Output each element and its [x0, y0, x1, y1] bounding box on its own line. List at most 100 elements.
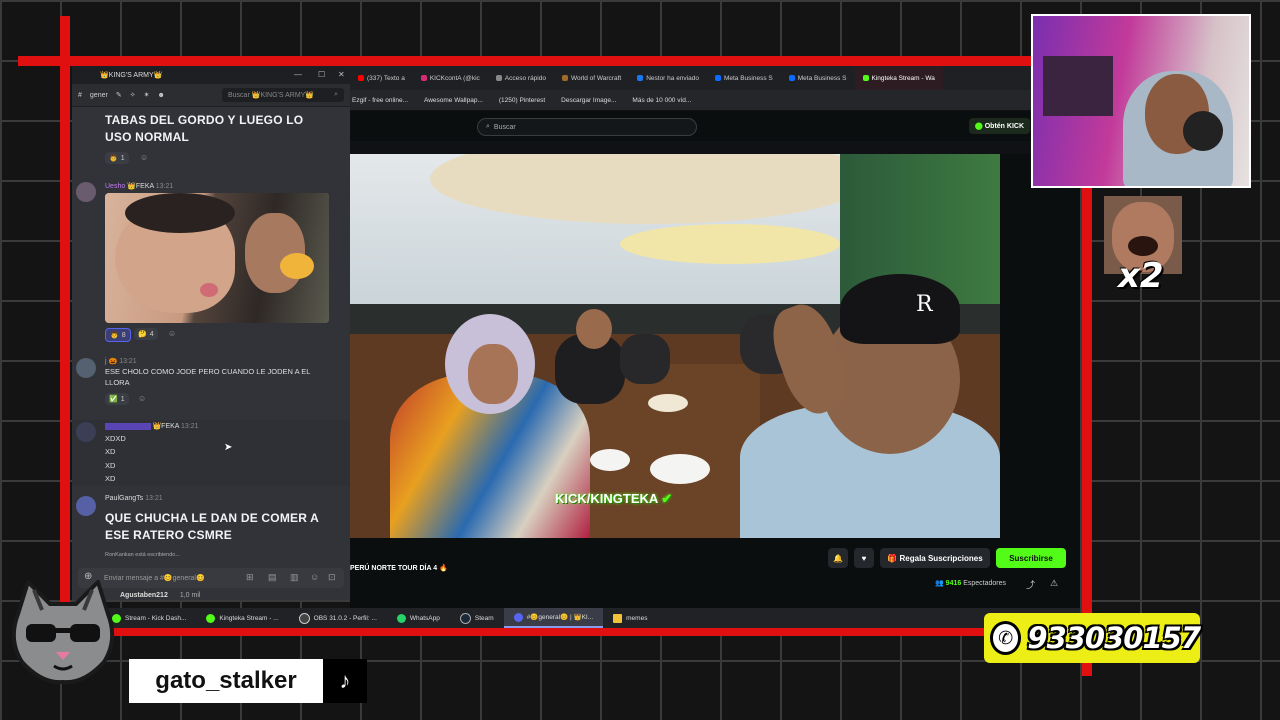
avatar[interactable] [76, 496, 96, 516]
avatar[interactable] [76, 182, 96, 202]
bookmark[interactable]: Más de 10 000 víd... [632, 97, 691, 104]
bell-icon[interactable]: ✧ [130, 91, 136, 99]
channel-header: # gener ✎ ✧ ✶ ☻ Buscar 👑KING'S ARMY👑 ⌕ [72, 84, 350, 107]
stream-video[interactable]: R KICK/KINGTEKA ✔ [350, 154, 1000, 538]
multiplier-label: x2 [1118, 256, 1164, 296]
message-text: QUE CHUCHA LE DAN DE COMER A ESE RATERO … [105, 511, 319, 542]
red-frame-top [18, 56, 1100, 66]
webcam-feed [1031, 14, 1251, 188]
gift-icon[interactable]: ⊞ [246, 572, 254, 583]
gif-icon[interactable]: ▤ [268, 572, 277, 583]
voice-user: Agustaben212 1,0 mil [120, 592, 201, 599]
subscribe-button[interactable]: Suscribirse [996, 548, 1066, 568]
share-icon[interactable]: ⤴ [1026, 578, 1035, 591]
meme-image[interactable] [105, 193, 329, 323]
tab-youtube[interactable]: (337) Texto a [350, 66, 413, 90]
discord-search-input[interactable]: Buscar 👑KING'S ARMY👑 ⌕ [222, 88, 344, 102]
report-icon[interactable]: ⚠ [1050, 578, 1058, 589]
apps-icon[interactable]: ⊡ [328, 572, 336, 583]
username[interactable]: Uesho [105, 183, 125, 190]
avatar[interactable] [76, 358, 96, 378]
kick-watermark: KICK/KINGTEKA ✔ [555, 491, 673, 506]
streamer-handle: gato_stalker [129, 659, 323, 703]
role-badge: FEKA [135, 183, 154, 190]
taskbar-item-discord[interactable]: #😊general😊 | 👑KI... [503, 608, 604, 628]
pin-icon[interactable]: ✶ [144, 91, 150, 99]
chat-message: TABAS DEL GORDO Y LUEGO LO USO NORMAL 👨 1… [72, 112, 350, 164]
add-reaction-icon[interactable]: ☺ [138, 394, 146, 403]
notify-button[interactable]: 🔔 [828, 548, 848, 568]
taskbar-item-steam[interactable]: Steam [450, 608, 504, 628]
stream-info-bar: PERÚ NORTE TOUR DÍA 4 🔥 🔔 ♥ 🎁 Regala Sus… [350, 538, 1080, 608]
members-icon[interactable]: ☻ [157, 92, 164, 99]
bookmark[interactable]: (1250) Pinterest [499, 97, 545, 104]
message-text: XD [105, 461, 116, 470]
timestamp: 13:21 [155, 183, 174, 190]
add-reaction-icon[interactable]: ☺ [140, 153, 148, 162]
tab-kick[interactable]: Kingteka Stream - Wa [854, 66, 943, 90]
threads-icon[interactable]: ✎ [116, 91, 122, 99]
message-text: XD [105, 447, 116, 456]
gift-subs-button[interactable]: 🎁 Regala Suscripciones [880, 548, 990, 568]
reaction[interactable]: 👨 8 [105, 328, 131, 342]
message-text: ESE CHOLO COMO JODE PERO CUANDO LE JODEN… [105, 367, 311, 387]
phone-number: 933030157 [1027, 621, 1201, 655]
add-reaction-icon[interactable]: ☺ [168, 329, 176, 338]
close-icon[interactable]: ✕ [338, 70, 345, 79]
tab-strip: (337) Texto a KICKcontA (@kic Acceso ráp… [350, 66, 1080, 90]
message-text: TABAS DEL GORDO Y LUEGO LO USO NORMAL [105, 113, 304, 144]
whatsapp-contact: ✆ 933030157 [984, 613, 1201, 663]
message-text: XD [105, 474, 116, 483]
taskbar-item-whatsapp[interactable]: WhatsApp [387, 608, 450, 628]
taskbar: Stream - Kick Dash... Kingteka Stream - … [72, 608, 1080, 628]
taskbar-item-kingteka[interactable]: Kingteka Stream - ... [196, 608, 288, 628]
tab-meta-2[interactable]: Meta Business S [781, 66, 855, 90]
tiktok-icon: ♪ [323, 659, 367, 703]
message-text: XDXD [105, 434, 126, 443]
timestamp: 13:21 [145, 495, 163, 502]
maximize-icon[interactable]: ☐ [318, 70, 325, 79]
search-icon: ⌕ [334, 91, 338, 98]
sidebar-dark [1000, 154, 1080, 538]
avatar[interactable] [76, 422, 96, 442]
hash-icon: # [78, 91, 82, 99]
discord-titlebar: 👑KING'S ARMY👑 — ☐ ✕ [72, 66, 350, 84]
username[interactable]: j [105, 358, 107, 365]
stream-title: PERÚ NORTE TOUR DÍA 4 🔥 [350, 565, 448, 572]
get-kick-button[interactable]: ⬤ Obtén KICK [968, 118, 1030, 134]
bookmarks-bar: Ezgif - free online... Awesome Wallpap..… [350, 90, 1080, 111]
taskbar-item-obs[interactable]: OBS 31.0.2 - Perfil: ... [289, 608, 387, 628]
discord-window: 👑KING'S ARMY👑 — ☐ ✕ # gener ✎ ✧ ✶ ☻ Busc… [72, 66, 350, 600]
tab-wow[interactable]: World of Warcraft [554, 66, 629, 90]
tab-instagram[interactable]: KICKcontA (@kic [413, 66, 488, 90]
sticker-icon[interactable]: ▥ [290, 572, 299, 583]
viewer-count: 👥 9416 Espectadores [935, 580, 1007, 587]
bookmark[interactable]: Awesome Wallpap... [424, 97, 483, 104]
taskbar-item-memes[interactable]: memes [603, 608, 657, 628]
tab-facebook[interactable]: Nestor ha enviado [629, 66, 707, 90]
timestamp: 13:21 [181, 423, 199, 430]
channel-name[interactable]: gener [90, 92, 108, 99]
red-frame-left [60, 16, 70, 628]
reaction[interactable]: 👨 1 [105, 152, 129, 164]
server-title: 👑KING'S ARMY👑 [100, 72, 163, 79]
minimize-icon[interactable]: — [294, 70, 302, 79]
kick-search-input[interactable]: ⌕ Buscar [477, 118, 697, 136]
browser-window: (337) Texto a KICKcontA (@kic Acceso ráp… [350, 66, 1080, 608]
timestamp: 13:21 [119, 358, 137, 365]
tab-meta-1[interactable]: Meta Business S [707, 66, 781, 90]
tab-quick-access[interactable]: Acceso rápido [488, 66, 554, 90]
chat-message: xxxxxxxxxxxxx 👑FEKA 13:21 XDXD XD XD XD … [72, 420, 350, 486]
follow-heart-button[interactable]: ♥ [854, 548, 874, 568]
typing-indicator: RonKankan está escribiendo... [105, 552, 180, 558]
bookmark[interactable]: Descargar Image... [561, 97, 616, 104]
cap-logo: R [916, 292, 933, 317]
search-icon: ⌕ [486, 123, 490, 130]
reaction[interactable]: ✅ 1 [105, 393, 129, 405]
kick-header: ⌕ Buscar ⬤ Obtén KICK [350, 111, 1080, 141]
emoji-icon[interactable]: ☺ [310, 572, 319, 582]
username[interactable]: PaulGangTs [105, 495, 143, 502]
whatsapp-icon: ✆ [990, 621, 1022, 655]
bookmark[interactable]: Ezgif - free online... [352, 97, 408, 104]
reaction[interactable]: 🤔 4 [134, 328, 158, 340]
